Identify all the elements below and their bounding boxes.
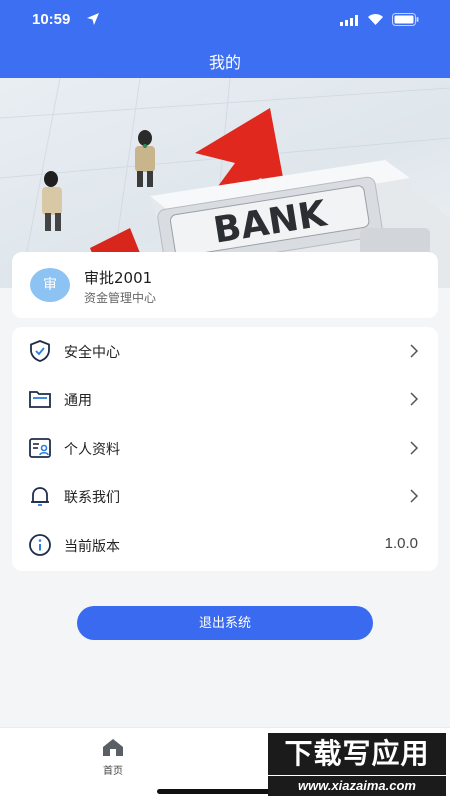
profile-card-icon bbox=[29, 438, 51, 458]
nav-header: 我的 bbox=[0, 40, 450, 78]
home-icon bbox=[103, 739, 123, 756]
wifi-icon bbox=[368, 14, 383, 25]
shield-icon bbox=[30, 340, 50, 362]
menu-item-contact[interactable]: 联系我们 bbox=[12, 472, 438, 520]
menu-item-security[interactable]: 安全中心 bbox=[12, 327, 438, 375]
menu-item-version[interactable]: 当前版本 1.0.0 bbox=[12, 521, 438, 569]
menu-item-profile[interactable]: 个人资料 bbox=[12, 424, 438, 472]
folder-icon bbox=[29, 391, 51, 408]
watermark-title: 下载写应用 bbox=[268, 733, 446, 775]
user-department: 资金管理中心 bbox=[84, 291, 157, 305]
watermark: 下载写应用 www.xiazaima.com bbox=[268, 733, 446, 797]
status-time: 10:59 bbox=[32, 11, 71, 28]
status-bar: 10:59 bbox=[0, 0, 450, 40]
logout-button[interactable]: 退出系统 bbox=[77, 606, 373, 640]
version-value: 1.0.0 bbox=[384, 535, 418, 552]
avatar: 审 bbox=[30, 268, 70, 302]
menu-label: 安全中心 bbox=[64, 345, 120, 361]
menu-label: 个人资料 bbox=[64, 442, 120, 458]
location-arrow-icon bbox=[87, 13, 99, 25]
settings-menu: 安全中心 通用 个人资料 联系我们 当前版本 1.0.0 bbox=[12, 327, 438, 571]
page-title: 我的 bbox=[208, 53, 241, 72]
user-name: 审批2001 bbox=[84, 269, 153, 287]
menu-label: 当前版本 bbox=[64, 539, 120, 555]
battery-icon bbox=[392, 13, 419, 26]
tab-home[interactable]: 首页 bbox=[92, 736, 134, 780]
bell-icon bbox=[31, 487, 49, 506]
cellular-signal-icon bbox=[340, 15, 358, 26]
watermark-url: www.xiazaima.com bbox=[268, 776, 446, 796]
chevron-right-icon bbox=[410, 489, 419, 503]
tab-home-label: 首页 bbox=[103, 766, 123, 777]
menu-label: 通用 bbox=[64, 393, 92, 409]
chevron-right-icon bbox=[410, 392, 419, 406]
info-icon bbox=[29, 534, 51, 556]
menu-item-general[interactable]: 通用 bbox=[12, 375, 438, 423]
menu-label: 联系我们 bbox=[64, 490, 120, 506]
chevron-right-icon bbox=[410, 344, 419, 358]
profile-card[interactable]: 审 审批2001 资金管理中心 bbox=[12, 252, 438, 318]
chevron-right-icon bbox=[410, 441, 419, 455]
